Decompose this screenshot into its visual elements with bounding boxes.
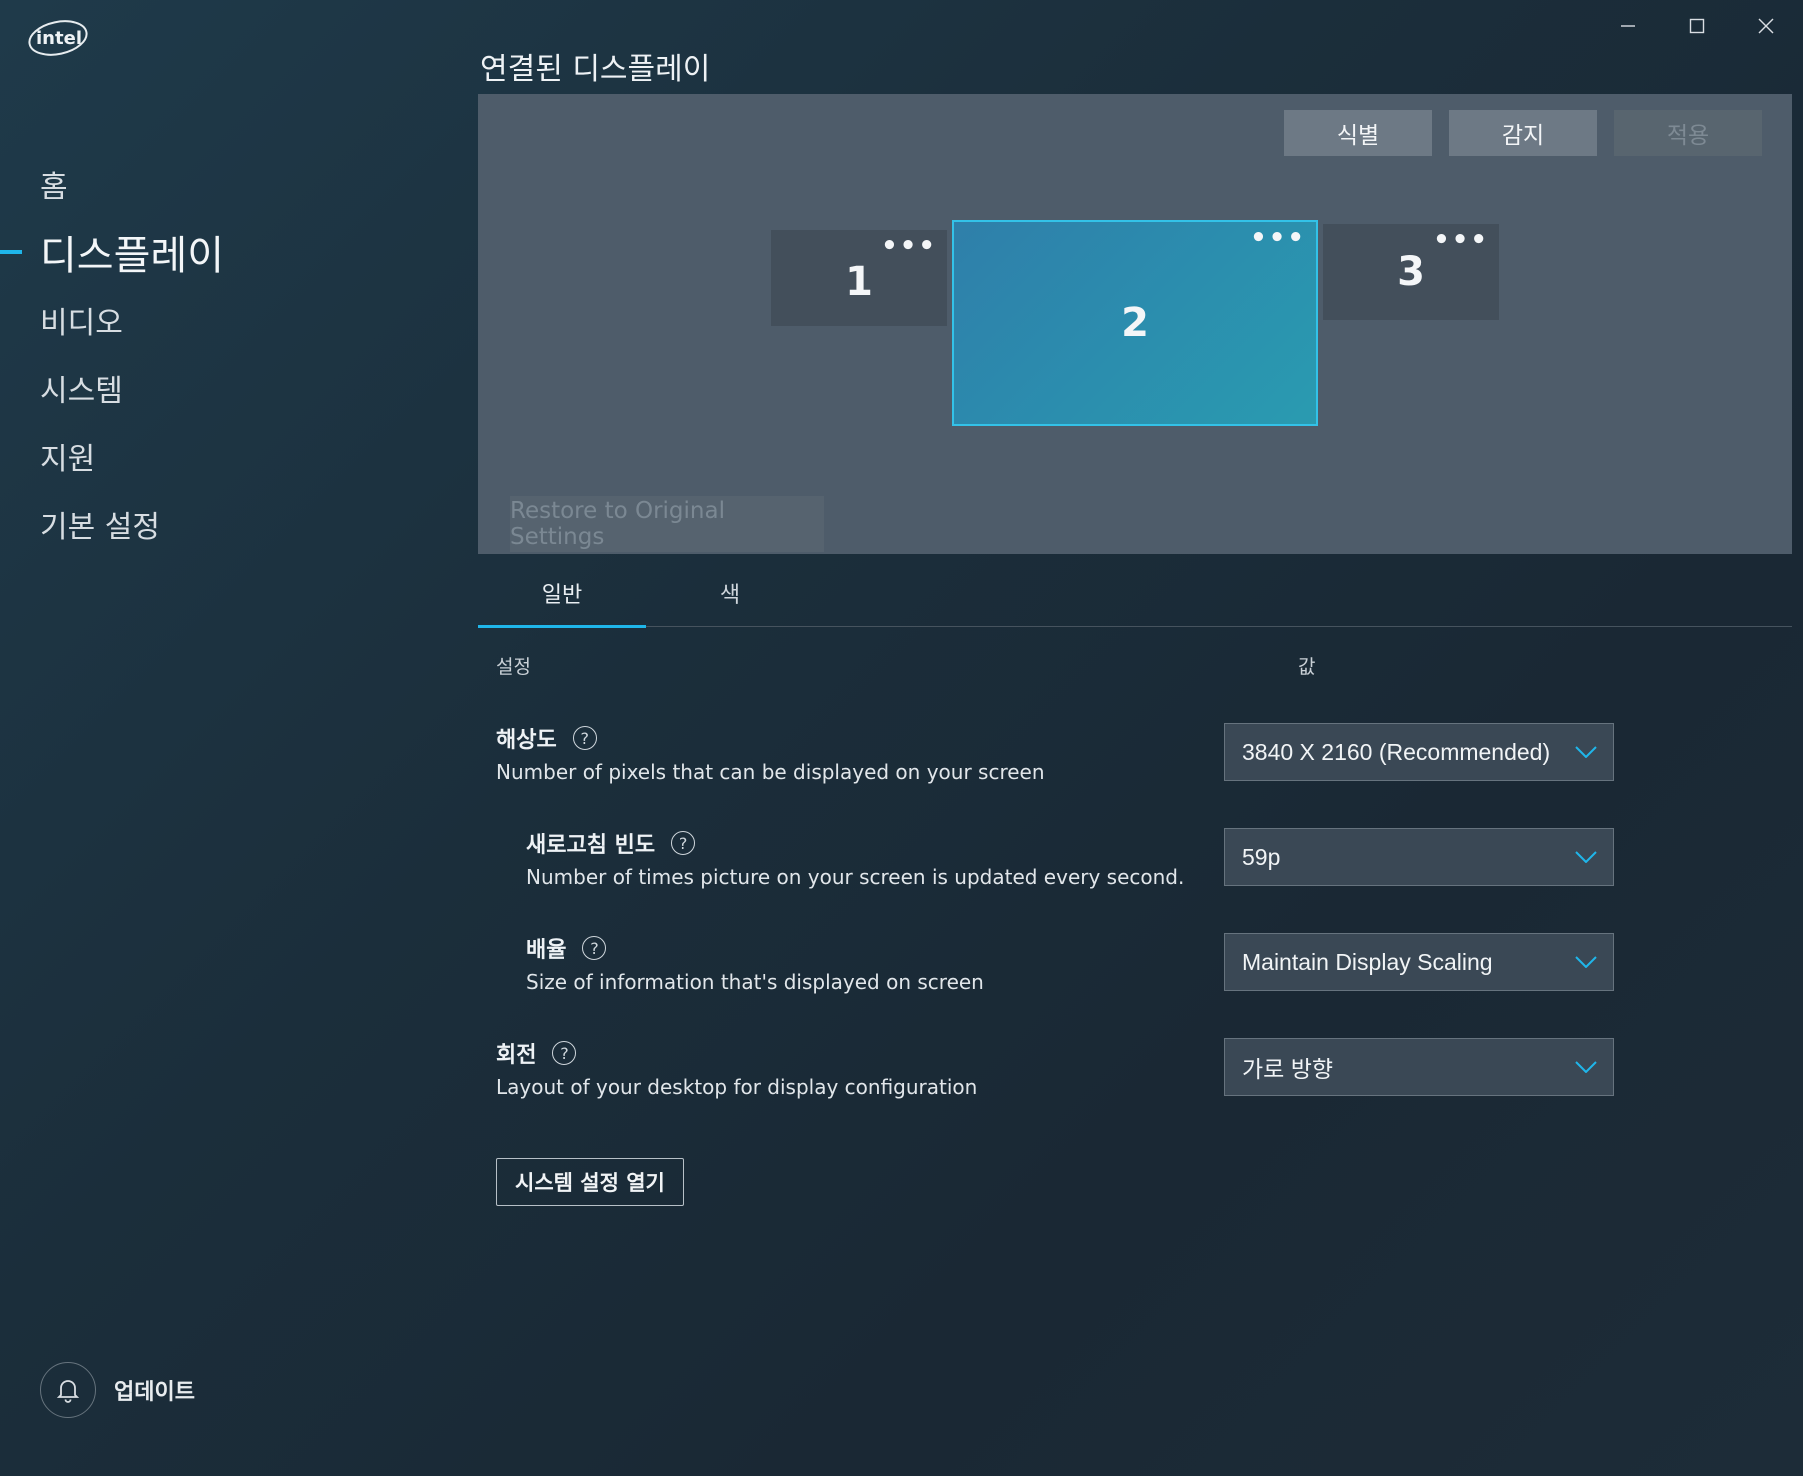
setting-description: Size of information that's displayed on … xyxy=(526,970,984,994)
update-button[interactable]: 업데이트 xyxy=(40,1362,195,1418)
setting-rotation: 회전 ? Layout of your desktop for display … xyxy=(496,1037,977,1099)
resolution-dropdown[interactable]: 3840 X 2160 (Recommended) xyxy=(1224,723,1614,781)
dropdown-value: 3840 X 2160 (Recommended) xyxy=(1242,738,1551,765)
sidebar-item-label: 기본 설정 xyxy=(40,510,160,545)
sidebar-item-system[interactable]: 시스템 xyxy=(0,354,420,422)
sidebar-item-label: 디스플레이 xyxy=(40,233,224,279)
help-icon[interactable]: ? xyxy=(552,1041,577,1065)
setting-title: 배율 xyxy=(526,938,567,963)
more-options-icon[interactable]: ••• xyxy=(1433,227,1489,253)
setting-title: 새로고침 빈도 xyxy=(526,833,656,858)
column-header-setting: 설정 xyxy=(496,656,531,678)
setting-scaling: 배율 ? Size of information that's displaye… xyxy=(526,932,984,994)
monitor-3[interactable]: 3 ••• xyxy=(1323,224,1499,320)
refresh-rate-dropdown[interactable]: 59p xyxy=(1224,828,1614,886)
setting-refresh-rate: 새로고침 빈도 ? Number of times picture on you… xyxy=(526,827,1184,889)
setting-resolution: 해상도 ? Number of pixels that can be displ… xyxy=(496,722,1045,784)
update-label: 업데이트 xyxy=(114,1380,195,1405)
dropdown-value: 가로 방향 xyxy=(1242,1056,1334,1082)
apply-button[interactable]: 적용 xyxy=(1614,110,1762,156)
sidebar-item-label: 지원 xyxy=(40,442,96,477)
minimize-button[interactable] xyxy=(1603,10,1653,42)
minimize-icon xyxy=(1621,25,1635,27)
intel-logo-text: intel xyxy=(36,28,82,49)
dropdown-value: 59p xyxy=(1242,843,1281,870)
setting-title: 해상도 xyxy=(496,728,557,753)
setting-description: Layout of your desktop for display confi… xyxy=(496,1075,978,1099)
restore-original-settings-button[interactable]: Restore to Original Settings xyxy=(510,496,824,552)
setting-title: 회전 xyxy=(496,1043,537,1068)
detect-button[interactable]: 감지 xyxy=(1449,110,1597,156)
sidebar-item-display[interactable]: 디스플레이 xyxy=(0,218,420,286)
dropdown-value: Maintain Display Scaling xyxy=(1242,948,1493,975)
chevron-down-icon xyxy=(1575,956,1597,968)
monitor-number: 1 xyxy=(845,259,873,305)
tab-color[interactable]: 색 xyxy=(646,560,814,626)
monitor-2[interactable]: 2 ••• xyxy=(952,220,1318,426)
open-system-settings-button[interactable]: 시스템 설정 열기 xyxy=(496,1158,684,1206)
sidebar-item-home[interactable]: 홈 xyxy=(0,150,420,218)
page-title: 연결된 디스플레이 xyxy=(480,52,711,87)
sidebar-item-video[interactable]: 비디오 xyxy=(0,286,420,354)
bell-icon xyxy=(40,1362,96,1418)
maximize-icon xyxy=(1689,18,1705,34)
monitor-number: 3 xyxy=(1397,249,1425,295)
help-icon[interactable]: ? xyxy=(572,726,597,750)
help-icon[interactable]: ? xyxy=(671,831,696,855)
setting-description: Number of times picture on your screen i… xyxy=(526,865,1185,889)
help-icon[interactable]: ? xyxy=(582,936,607,960)
more-options-icon[interactable]: ••• xyxy=(1250,225,1306,251)
rotation-dropdown[interactable]: 가로 방향 xyxy=(1224,1038,1614,1096)
more-options-icon[interactable]: ••• xyxy=(881,233,937,259)
close-button[interactable] xyxy=(1741,10,1791,42)
tab-general[interactable]: 일반 xyxy=(478,560,646,628)
sidebar-item-label: 비디오 xyxy=(40,306,123,341)
display-arrangement-panel: 식별 감지 적용 1 ••• 2 ••• 3 ••• Restore to Or… xyxy=(478,94,1792,554)
close-icon xyxy=(1758,18,1774,34)
monitor-1[interactable]: 1 ••• xyxy=(771,230,947,326)
sidebar-item-label: 시스템 xyxy=(40,374,123,409)
active-indicator xyxy=(0,250,22,254)
chevron-down-icon xyxy=(1575,746,1597,758)
chevron-down-icon xyxy=(1575,1061,1597,1073)
maximize-button[interactable] xyxy=(1672,10,1722,42)
sidebar-item-support[interactable]: 지원 xyxy=(0,422,420,490)
monitor-number: 2 xyxy=(1121,300,1149,346)
sidebar-nav: 홈 디스플레이 비디오 시스템 지원 기본 설정 xyxy=(0,150,420,558)
identify-button[interactable]: 식별 xyxy=(1284,110,1432,156)
sidebar-item-label: 홈 xyxy=(40,170,68,205)
chevron-down-icon xyxy=(1575,851,1597,863)
settings-tabs: 일반 색 xyxy=(478,560,1792,628)
sidebar-item-preferences[interactable]: 기본 설정 xyxy=(0,490,420,558)
intel-logo: intel xyxy=(28,18,90,58)
setting-description: Number of pixels that can be displayed o… xyxy=(496,760,1045,784)
scaling-dropdown[interactable]: Maintain Display Scaling xyxy=(1224,933,1614,991)
column-header-value: 값 xyxy=(1298,656,1316,678)
